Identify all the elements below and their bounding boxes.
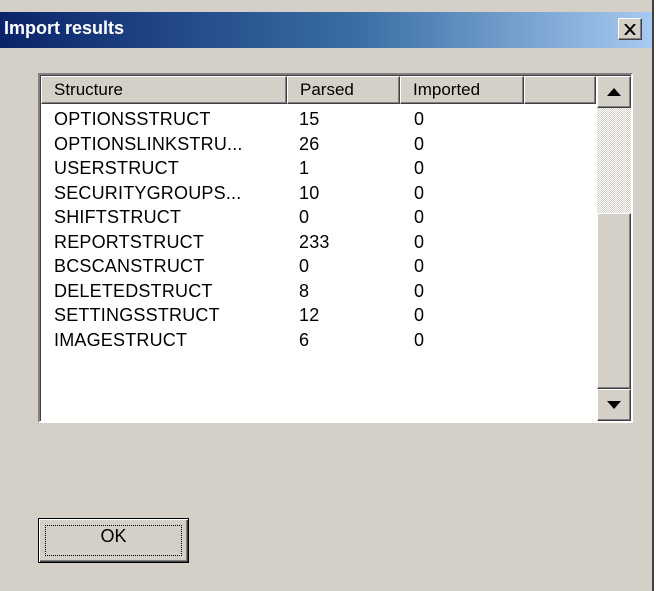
parsed-cell: 233 bbox=[299, 231, 330, 252]
structure-cell: USERSTRUCT bbox=[54, 158, 180, 178]
table-row[interactable]: OPTIONSSTRUCT 15 0 bbox=[41, 109, 596, 134]
table-row[interactable]: SHIFTSTRUCT 0 0 bbox=[41, 207, 596, 232]
structure-cell: DELETEDSTRUCT bbox=[54, 280, 213, 301]
structure-cell: REPORTSTRUCT bbox=[54, 231, 205, 252]
table-row[interactable]: SETTINGSSTRUCT 12 0 bbox=[41, 305, 596, 330]
title-bar[interactable]: Import results bbox=[0, 12, 652, 48]
structure-cell: SECURITYGROUPS... bbox=[54, 182, 242, 203]
parsed-cell: 6 bbox=[299, 329, 310, 350]
scroll-up-button[interactable] bbox=[597, 76, 631, 108]
parsed-cell: 15 bbox=[299, 109, 320, 129]
table-row[interactable]: SECURITYGROUPS... 10 0 bbox=[41, 183, 596, 208]
scroll-down-button[interactable] bbox=[597, 389, 631, 421]
imported-cell: 0 bbox=[414, 182, 425, 203]
structure-cell: OPTIONSSTRUCT bbox=[54, 109, 211, 129]
list-rows: OPTIONSSTRUCT 15 0 OPTIONSLINKSTRU... 26 0 USE… bbox=[41, 109, 596, 354]
table-row[interactable]: BCSCANSTRUCT 0 0 bbox=[41, 256, 596, 281]
close-button[interactable] bbox=[618, 18, 642, 40]
imported-cell: 0 bbox=[414, 158, 425, 178]
structure-cell: SHIFTSTRUCT bbox=[54, 207, 182, 227]
imported-cell: 0 bbox=[414, 305, 425, 325]
table-row[interactable]: DELETEDSTRUCT 8 0 bbox=[41, 281, 596, 306]
scroll-down-arrow-icon bbox=[607, 401, 621, 409]
scroll-thumb[interactable] bbox=[597, 213, 631, 389]
imported-cell: 0 bbox=[414, 207, 425, 227]
list-header: Structure Parsed Imported bbox=[41, 76, 596, 104]
import-results-dialog: Import results Structure Parsed Imported… bbox=[0, 0, 654, 591]
parsed-cell: 1 bbox=[299, 158, 310, 178]
parsed-cell: 12 bbox=[299, 305, 320, 325]
structure-cell: BCSCANSTRUCT bbox=[54, 256, 205, 276]
dialog-title: Import results bbox=[4, 18, 125, 38]
results-list-view[interactable]: Structure Parsed Imported OPTIONSSTRUCT 1… bbox=[38, 73, 633, 423]
table-row[interactable]: USERSTRUCT 1 0 bbox=[41, 158, 596, 183]
scroll-up-arrow-icon bbox=[607, 88, 621, 96]
imported-cell: 0 bbox=[414, 133, 425, 154]
column-header-empty[interactable] bbox=[524, 76, 596, 104]
parsed-cell: 26 bbox=[299, 133, 320, 154]
parsed-cell: 10 bbox=[299, 182, 320, 203]
imported-cell: 0 bbox=[414, 109, 425, 129]
table-row[interactable]: REPORTSTRUCT 233 0 bbox=[41, 232, 596, 257]
parsed-cell: 8 bbox=[299, 280, 310, 301]
column-header-structure[interactable]: Structure bbox=[41, 76, 287, 104]
parsed-cell: 0 bbox=[299, 256, 310, 276]
imported-cell: 0 bbox=[414, 231, 425, 252]
imported-cell: 0 bbox=[414, 280, 425, 301]
imported-cell: 0 bbox=[414, 329, 425, 350]
table-row[interactable]: OPTIONSLINKSTRU... 26 0 bbox=[41, 134, 596, 159]
imported-cell: 0 bbox=[414, 256, 425, 276]
structure-cell: OPTIONSLINKSTRU... bbox=[54, 133, 243, 154]
column-header-imported[interactable]: Imported bbox=[400, 76, 524, 104]
close-icon bbox=[624, 23, 636, 35]
vertical-scrollbar[interactable] bbox=[597, 76, 631, 421]
structure-cell: IMAGESTRUCT bbox=[54, 329, 188, 350]
parsed-cell: 0 bbox=[299, 207, 310, 227]
table-row[interactable]: IMAGESTRUCT 6 0 bbox=[41, 330, 596, 355]
structure-cell: SETTINGSSTRUCT bbox=[54, 305, 220, 325]
ok-button-label: OK bbox=[100, 526, 127, 546]
ok-button[interactable]: OK bbox=[38, 518, 189, 563]
column-header-parsed[interactable]: Parsed bbox=[287, 76, 400, 104]
